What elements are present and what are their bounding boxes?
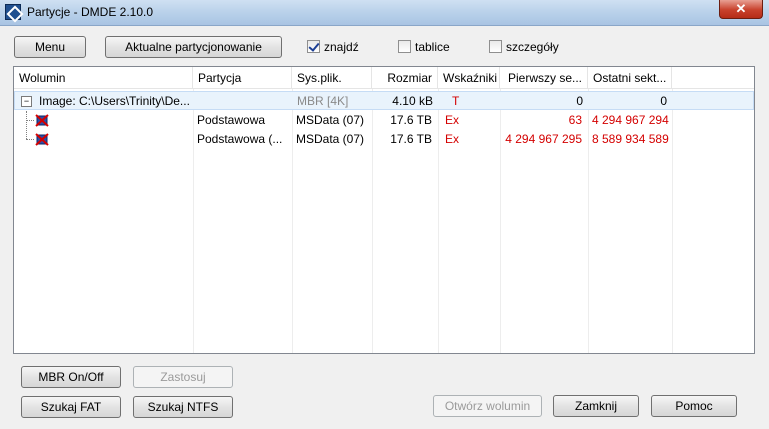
window-close-button[interactable]: ✕ bbox=[719, 0, 763, 19]
filesystem-cell: MSData (07) bbox=[296, 113, 365, 127]
search-ntfs-button[interactable]: Szukaj NTFS bbox=[133, 396, 233, 418]
dmde-partitions-window: Partycje - DMDE 2.10.0 ✕ Menu Aktualne p… bbox=[0, 0, 769, 429]
dmde-app-icon bbox=[5, 4, 21, 20]
menu-button[interactable]: Menu bbox=[14, 36, 86, 58]
partition-list[interactable]: Wolumin Partycja Sys.plik. Rozmiar Wskaź… bbox=[13, 66, 755, 354]
column-header-first-sector[interactable]: Pierwszy se... bbox=[500, 67, 588, 89]
window-title: Partycje - DMDE 2.10.0 bbox=[27, 5, 154, 19]
size-cell: 17.6 TB bbox=[390, 113, 432, 127]
column-header-filesystem[interactable]: Sys.plik. bbox=[292, 67, 372, 89]
mbr-onoff-button[interactable]: MBR On/Off bbox=[21, 366, 121, 388]
details-checkbox-label: szczegóły bbox=[506, 40, 559, 54]
size-cell: 17.6 TB bbox=[390, 132, 432, 146]
tables-checkbox-box[interactable] bbox=[398, 40, 411, 53]
flags-cell: Ex bbox=[445, 132, 460, 146]
apply-button[interactable]: Zastosuj bbox=[133, 366, 233, 388]
first-sector-cell: 4 294 967 295 bbox=[505, 132, 582, 146]
close-button[interactable]: Zamknij bbox=[553, 395, 639, 417]
search-fat-button[interactable]: Szukaj FAT bbox=[21, 396, 121, 418]
tables-checkbox-label: tablice bbox=[415, 40, 450, 54]
partition-cell bbox=[193, 92, 292, 111]
details-checkbox-box[interactable] bbox=[489, 40, 502, 53]
column-header-volume[interactable]: Wolumin bbox=[14, 67, 193, 89]
last-sector-cell: 8 589 934 589 bbox=[592, 132, 669, 146]
partition-error-icon bbox=[35, 114, 49, 127]
first-sector-cell: 63 bbox=[568, 113, 582, 127]
flags-cell: T bbox=[452, 94, 460, 108]
find-checkbox-label: znajdź bbox=[324, 40, 359, 54]
last-sector-cell: 4 294 967 294 bbox=[592, 113, 669, 127]
table-row[interactable]: − Image: C:\Users\Trinity\De... MBR [4K]… bbox=[14, 91, 754, 110]
details-checkbox[interactable]: szczegóły bbox=[489, 39, 559, 55]
find-checkbox[interactable]: znajdź bbox=[307, 39, 367, 55]
column-header-last-sector[interactable]: Ostatni sekt... bbox=[588, 67, 672, 89]
current-partitioning-button[interactable]: Aktualne partycjonowanie bbox=[105, 36, 282, 58]
tables-checkbox[interactable]: tablice bbox=[398, 39, 458, 55]
column-header-size[interactable]: Rozmiar bbox=[372, 67, 438, 89]
table-row[interactable]: Podstawowa MSData (07) 17.6 TB Ex 63 4 2… bbox=[14, 111, 754, 130]
title-bar[interactable]: Partycje - DMDE 2.10.0 ✕ bbox=[0, 0, 769, 26]
filesystem-cell: MSData (07) bbox=[296, 132, 365, 146]
collapse-toggle[interactable]: − bbox=[21, 96, 32, 107]
partition-error-icon bbox=[35, 133, 49, 146]
table-row[interactable]: Podstawowa (... MSData (07) 17.6 TB Ex 4… bbox=[14, 130, 754, 149]
flags-cell: Ex bbox=[445, 113, 460, 127]
volume-cell: Image: C:\Users\Trinity\De... bbox=[39, 94, 190, 108]
filesystem-cell: MBR [4K] bbox=[297, 94, 349, 108]
partition-cell: Podstawowa (... bbox=[197, 132, 283, 146]
open-volume-button[interactable]: Otwórz wolumin bbox=[433, 395, 542, 417]
help-button[interactable]: Pomoc bbox=[651, 395, 737, 417]
find-checkbox-box[interactable] bbox=[307, 40, 320, 53]
column-header-flags[interactable]: Wskaźniki bbox=[438, 67, 500, 89]
last-sector-cell: 0 bbox=[660, 94, 667, 108]
column-header-partition[interactable]: Partycja bbox=[193, 67, 292, 89]
first-sector-cell: 0 bbox=[576, 94, 583, 108]
partition-cell: Podstawowa bbox=[197, 113, 266, 127]
list-header: Wolumin Partycja Sys.plik. Rozmiar Wskaź… bbox=[14, 67, 754, 89]
size-cell: 4.10 kB bbox=[392, 94, 433, 108]
